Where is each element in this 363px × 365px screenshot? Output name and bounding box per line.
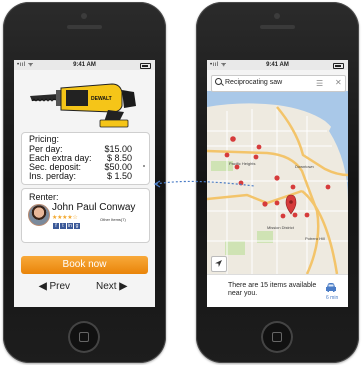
connector-arrow [153,180,255,188]
